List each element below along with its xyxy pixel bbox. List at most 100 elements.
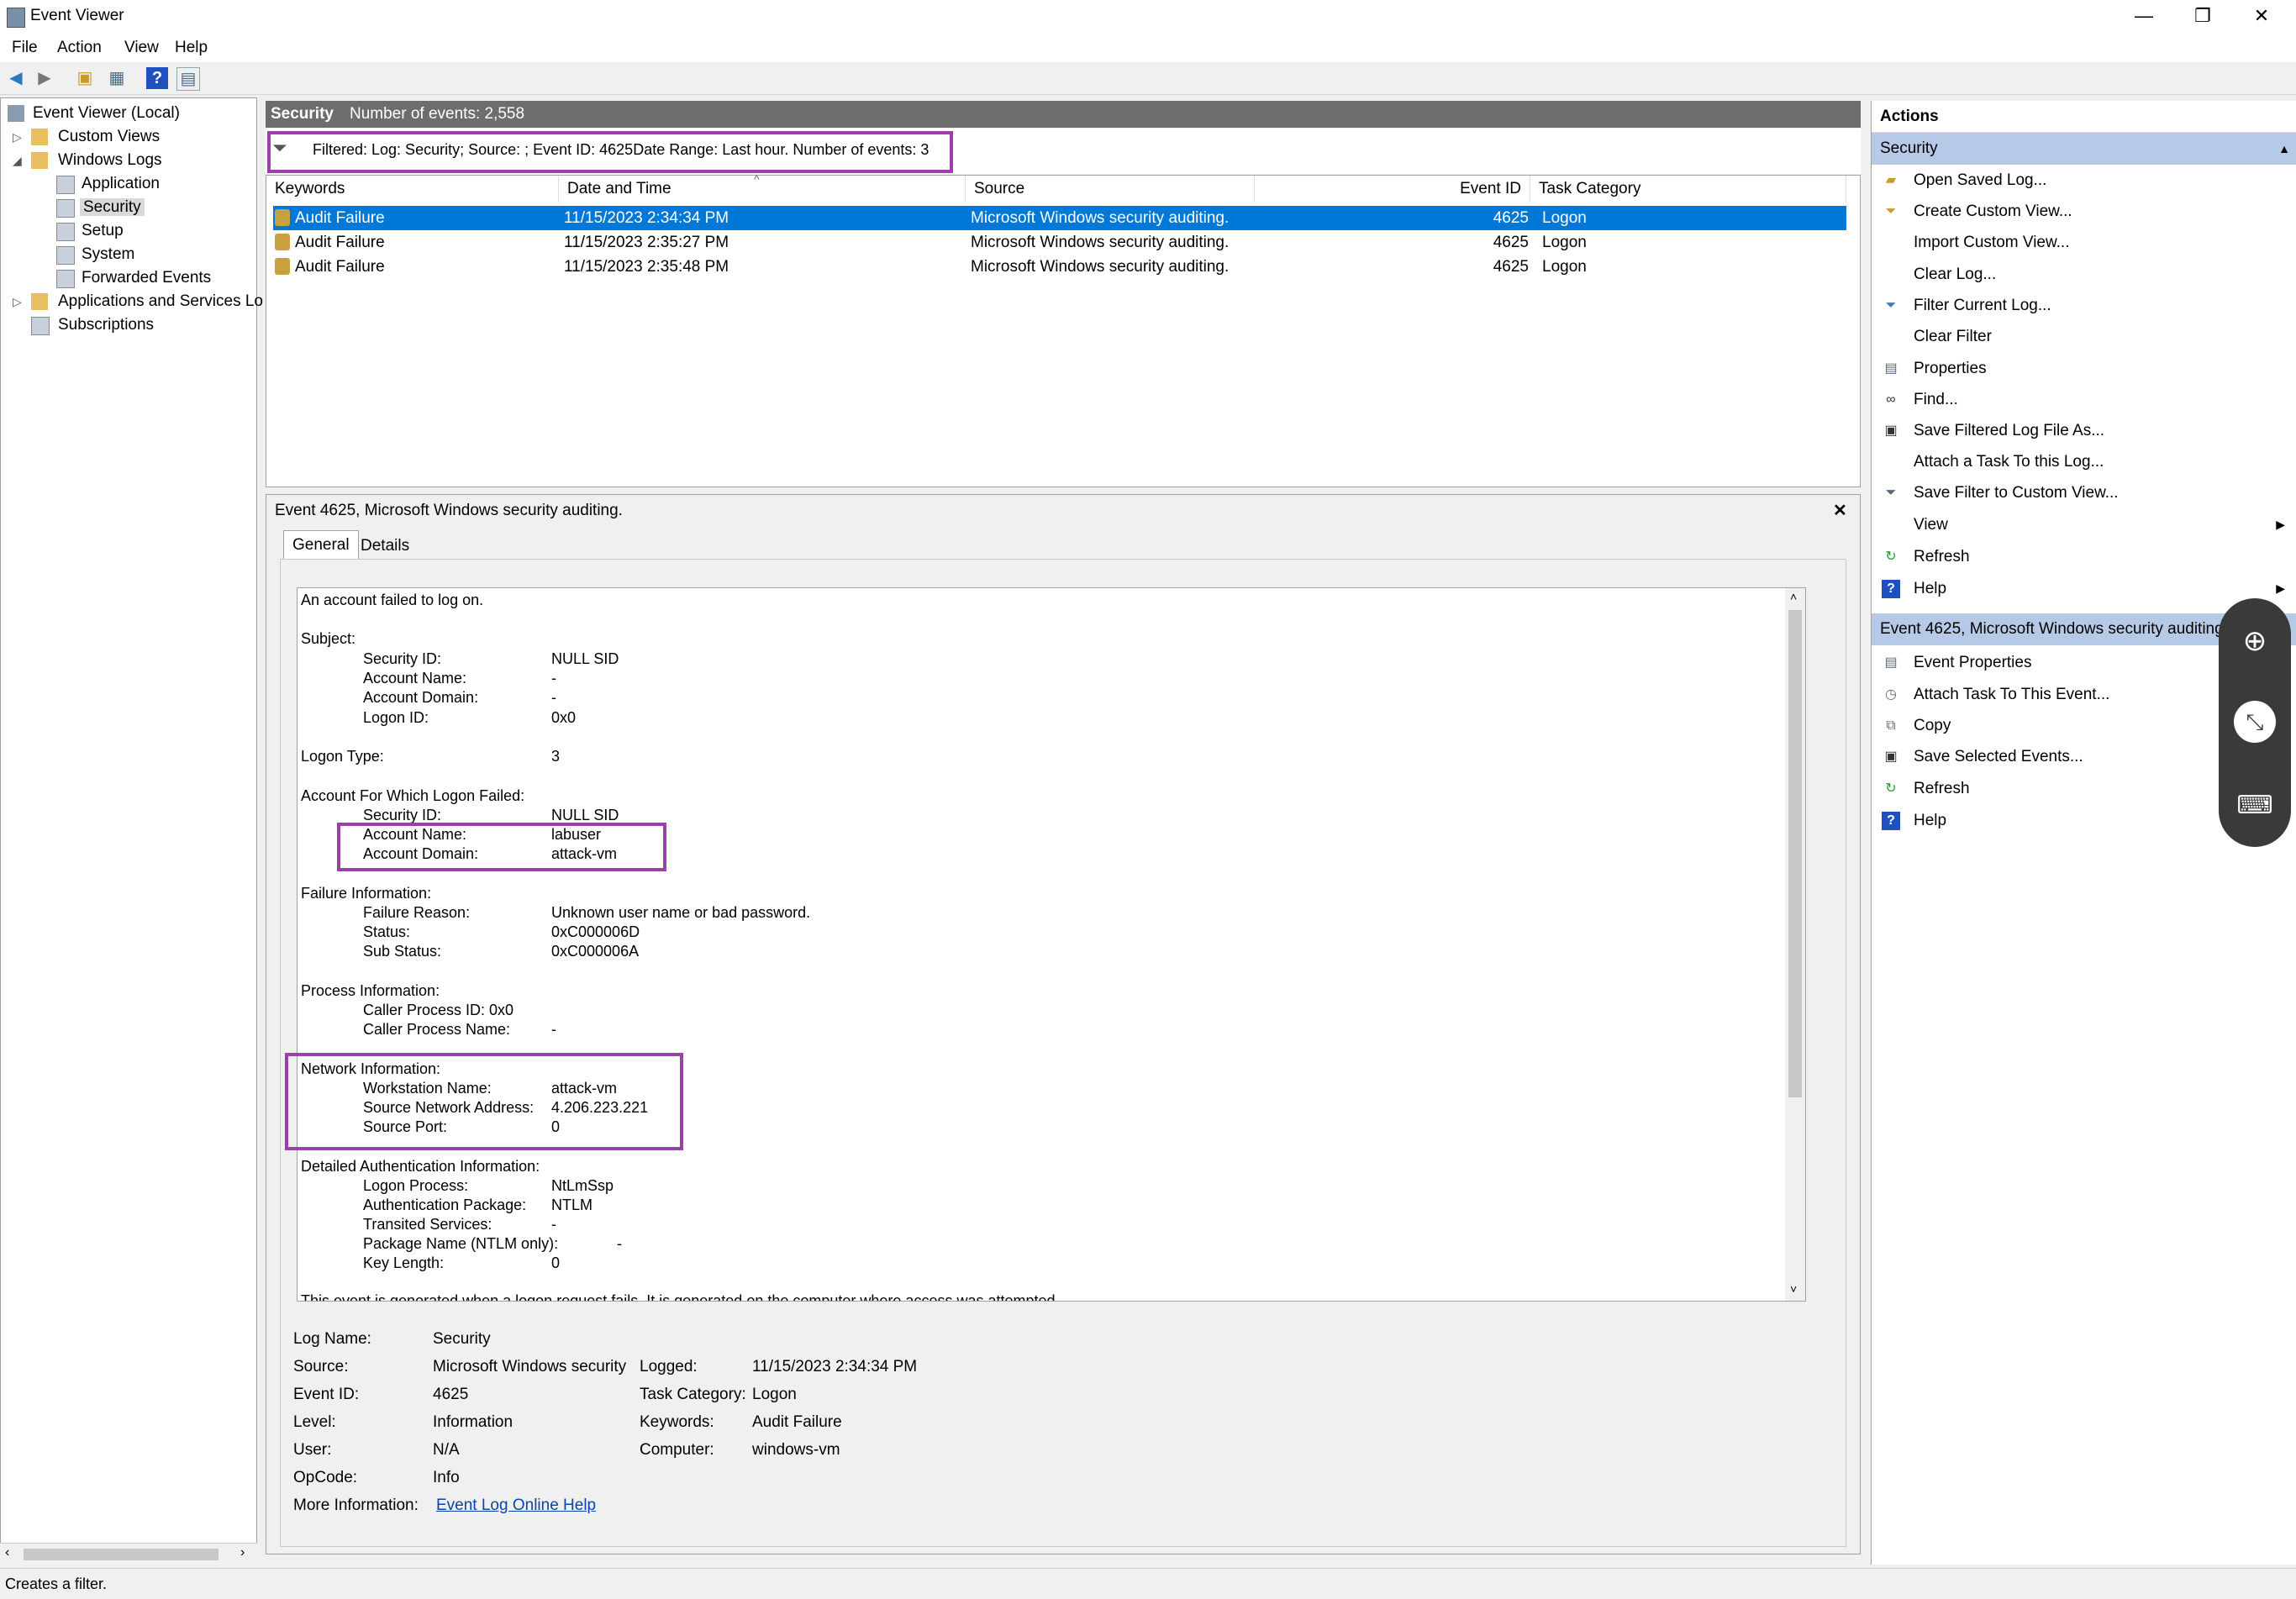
folder-icon [31, 293, 48, 310]
status-text: Creates a filter. [5, 1575, 108, 1592]
action-view[interactable]: View ▶ [1872, 509, 2296, 540]
floating-toolbar: ⊕ ⤡ ⌨ [2219, 598, 2291, 847]
properties-icon: ▤ [1884, 655, 1898, 670]
menu-help[interactable]: Help [175, 39, 208, 57]
restore-button[interactable]: ❐ [2173, 0, 2232, 34]
action-properties[interactable]: ▤ Properties [1872, 353, 2296, 384]
show-hide-action-pane-icon[interactable]: ▤ [176, 67, 200, 91]
action-attach-task-log[interactable]: Attach a Task To this Log... [1872, 446, 2296, 477]
subscriptions-icon [31, 317, 50, 335]
tree-security[interactable]: Security [56, 196, 145, 219]
log-icon [56, 223, 75, 241]
menu-file[interactable]: File [12, 39, 38, 57]
back-icon[interactable]: ◀ [5, 67, 27, 89]
tree-application[interactable]: Application [56, 172, 160, 196]
scroll-left-icon[interactable]: ‹ [5, 1545, 9, 1560]
log-icon [56, 246, 75, 265]
scroll-up-icon[interactable]: ˄ [1790, 590, 1797, 603]
tree-root-label: Event Viewer (Local) [33, 104, 180, 122]
event-row[interactable]: Audit Failure 11/15/2023 2:35:27 PM Micr… [273, 230, 1846, 255]
menu-view[interactable]: View [124, 39, 159, 57]
description-scrollbar[interactable]: ˄ ˅ [1785, 588, 1805, 1301]
event-row[interactable]: Audit Failure 11/15/2023 2:35:48 PM Micr… [273, 255, 1846, 279]
event-row[interactable]: Audit Failure 11/15/2023 2:34:34 PM Micr… [273, 206, 1846, 230]
forward-icon[interactable]: ▶ [34, 67, 55, 89]
menu-action[interactable]: Action [57, 39, 102, 57]
scroll-right-icon[interactable]: › [240, 1545, 245, 1560]
highlight-account [337, 823, 666, 871]
action-save-filtered-log[interactable]: ▣ Save Filtered Log File As... [1872, 415, 2296, 446]
tree-setup[interactable]: Setup [56, 219, 124, 243]
event-log-online-help-link[interactable]: Event Log Online Help [436, 1496, 596, 1515]
action-help[interactable]: ? Help ▶ [1872, 573, 2296, 604]
tree-root[interactable]: Event Viewer (Local) [8, 102, 180, 125]
action-clear-log[interactable]: Clear Log... [1872, 259, 2296, 290]
log-event-count: Number of events: 2,558 [350, 105, 525, 123]
remote-connection-icon[interactable]: ⤡ [2234, 701, 2276, 743]
scroll-thumb[interactable] [24, 1549, 219, 1560]
col-source[interactable]: Source [966, 176, 1255, 203]
tree-horizontal-scrollbar[interactable]: ‹ › [0, 1543, 257, 1565]
filter-save-icon: ⏷ [1885, 486, 1897, 500]
open-folder-icon: ▰ [1885, 173, 1897, 187]
minimize-button[interactable]: — [2114, 0, 2173, 34]
keyboard-icon[interactable]: ⌨ [2234, 785, 2276, 827]
lock-icon [275, 234, 290, 250]
tab-details[interactable]: Details [352, 534, 418, 559]
action-refresh[interactable]: ↻ Refresh [1872, 541, 2296, 572]
save-icon: ▣ [1884, 423, 1898, 438]
actions-title: Actions [1872, 101, 2296, 133]
actions-section-security[interactable]: Security ▲ [1872, 133, 2296, 165]
log-name: Security [271, 105, 334, 123]
copy-icon: ⧉ [1886, 718, 1896, 733]
refresh-icon: ↻ [1885, 781, 1897, 796]
tree-subscriptions[interactable]: Subscriptions [13, 313, 154, 337]
scroll-thumb[interactable] [1788, 610, 1802, 1097]
action-create-custom-view[interactable]: ⏷ Create Custom View... [1872, 196, 2296, 227]
console-tree: Event Viewer (Local) ▷ Custom Views ◢ Wi… [0, 97, 263, 1565]
tree-windows-logs-label: Windows Logs [58, 151, 162, 169]
action-open-saved-log[interactable]: ▰ Open Saved Log... [1872, 165, 2296, 196]
col-keywords[interactable]: Keywords [266, 176, 559, 203]
action-save-filter-custom-view[interactable]: ⏷ Save Filter to Custom View... [1872, 477, 2296, 508]
submenu-arrow-icon: ▶ [2276, 581, 2285, 595]
tree-custom-views-label: Custom Views [58, 128, 161, 145]
action-import-custom-view[interactable]: Import Custom View... [1872, 227, 2296, 258]
expand-icon[interactable]: ▷ [13, 125, 22, 149]
help-icon[interactable]: ? [146, 67, 168, 89]
collapse-icon[interactable]: ◢ [13, 149, 22, 172]
tab-general[interactable]: General [283, 530, 359, 560]
scroll-down-icon[interactable]: ˅ [1790, 1282, 1797, 1296]
toolbar: ◀ ▶ ▣ ▦ ? ▤ [0, 62, 2296, 95]
action-filter-current-log[interactable]: ⏷ Filter Current Log... [1872, 290, 2296, 321]
col-task-category[interactable]: Task Category [1530, 176, 1846, 203]
action-clear-filter[interactable]: Clear Filter [1872, 321, 2296, 352]
tree-system[interactable]: System [56, 243, 134, 266]
menu-bar: File Action View Help [0, 34, 2296, 62]
up-folder-icon[interactable]: ▣ [74, 67, 96, 89]
window-title: Event Viewer [30, 7, 124, 24]
sort-indicator-icon: ^ [754, 172, 760, 186]
show-hide-tree-icon[interactable]: ▦ [106, 67, 128, 89]
expand-icon[interactable]: ▷ [13, 290, 22, 313]
filter-icon: ⏷ [1885, 204, 1897, 218]
col-date[interactable]: Date and Time [559, 176, 966, 203]
action-find[interactable]: ∞ Find... [1872, 384, 2296, 415]
lock-icon [275, 209, 290, 226]
tree-apps-services[interactable]: ▷ Applications and Services Lo [13, 290, 263, 313]
zoom-in-icon[interactable]: ⊕ [2234, 620, 2276, 662]
detail-close-button[interactable]: ✕ [1833, 500, 1847, 521]
tree-windows-logs[interactable]: ◢ Windows Logs [13, 149, 162, 172]
tree-custom-views[interactable]: ▷ Custom Views [13, 125, 160, 149]
col-event-id[interactable]: Event ID [1255, 176, 1530, 203]
events-list[interactable]: Keywords Date and Time ^ Source Event ID… [266, 172, 1861, 487]
help-icon: ? [1882, 580, 1900, 598]
log-header: Security Number of events: 2,558 [266, 101, 1861, 128]
filter-icon: ⏷ [1885, 298, 1897, 313]
folder-icon [31, 129, 48, 145]
tree-forwarded-events[interactable]: Forwarded Events [56, 266, 211, 290]
log-icon [56, 270, 75, 288]
close-button[interactable]: ✕ [2232, 0, 2291, 34]
collapse-icon[interactable]: ▲ [2278, 133, 2290, 165]
event-description[interactable]: An account failed to log on. Subject: Se… [297, 587, 1806, 1302]
